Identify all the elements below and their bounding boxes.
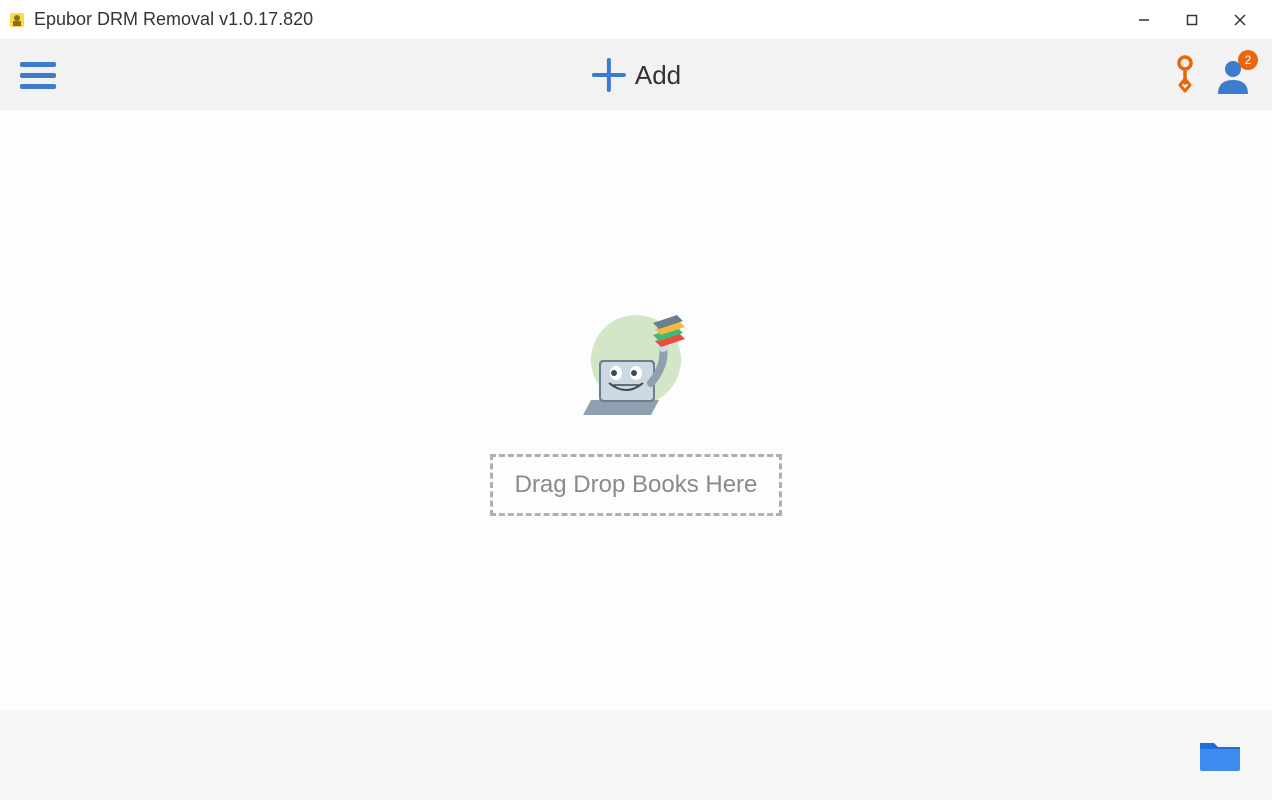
main-toolbar: Add 2 — [0, 40, 1272, 110]
drop-zone-text: Drag Drop Books Here — [515, 471, 758, 498]
minimize-button[interactable] — [1120, 0, 1168, 40]
footer-bar — [0, 710, 1272, 800]
hamburger-icon — [20, 62, 56, 67]
add-button[interactable]: Add — [575, 49, 697, 101]
window-titlebar: Epubor DRM Removal v1.0.17.820 — [0, 0, 1272, 40]
output-folder-button[interactable] — [1198, 737, 1242, 773]
window-controls — [1120, 0, 1264, 40]
user-account-button[interactable]: 2 — [1214, 56, 1252, 94]
close-button[interactable] — [1216, 0, 1264, 40]
add-button-label: Add — [635, 60, 681, 91]
folder-icon — [1198, 737, 1242, 773]
key-icon — [1172, 55, 1198, 95]
plus-icon — [591, 57, 627, 93]
mascot-illustration — [571, 305, 701, 440]
window-title: Epubor DRM Removal v1.0.17.820 — [34, 9, 1120, 30]
maximize-button[interactable] — [1168, 0, 1216, 40]
key-button[interactable] — [1172, 55, 1198, 95]
notification-badge: 2 — [1238, 50, 1258, 70]
menu-button[interactable] — [20, 55, 60, 95]
main-content: Drag Drop Books Here — [0, 110, 1272, 710]
drop-zone[interactable]: Drag Drop Books Here — [490, 454, 783, 516]
app-icon — [8, 11, 26, 29]
